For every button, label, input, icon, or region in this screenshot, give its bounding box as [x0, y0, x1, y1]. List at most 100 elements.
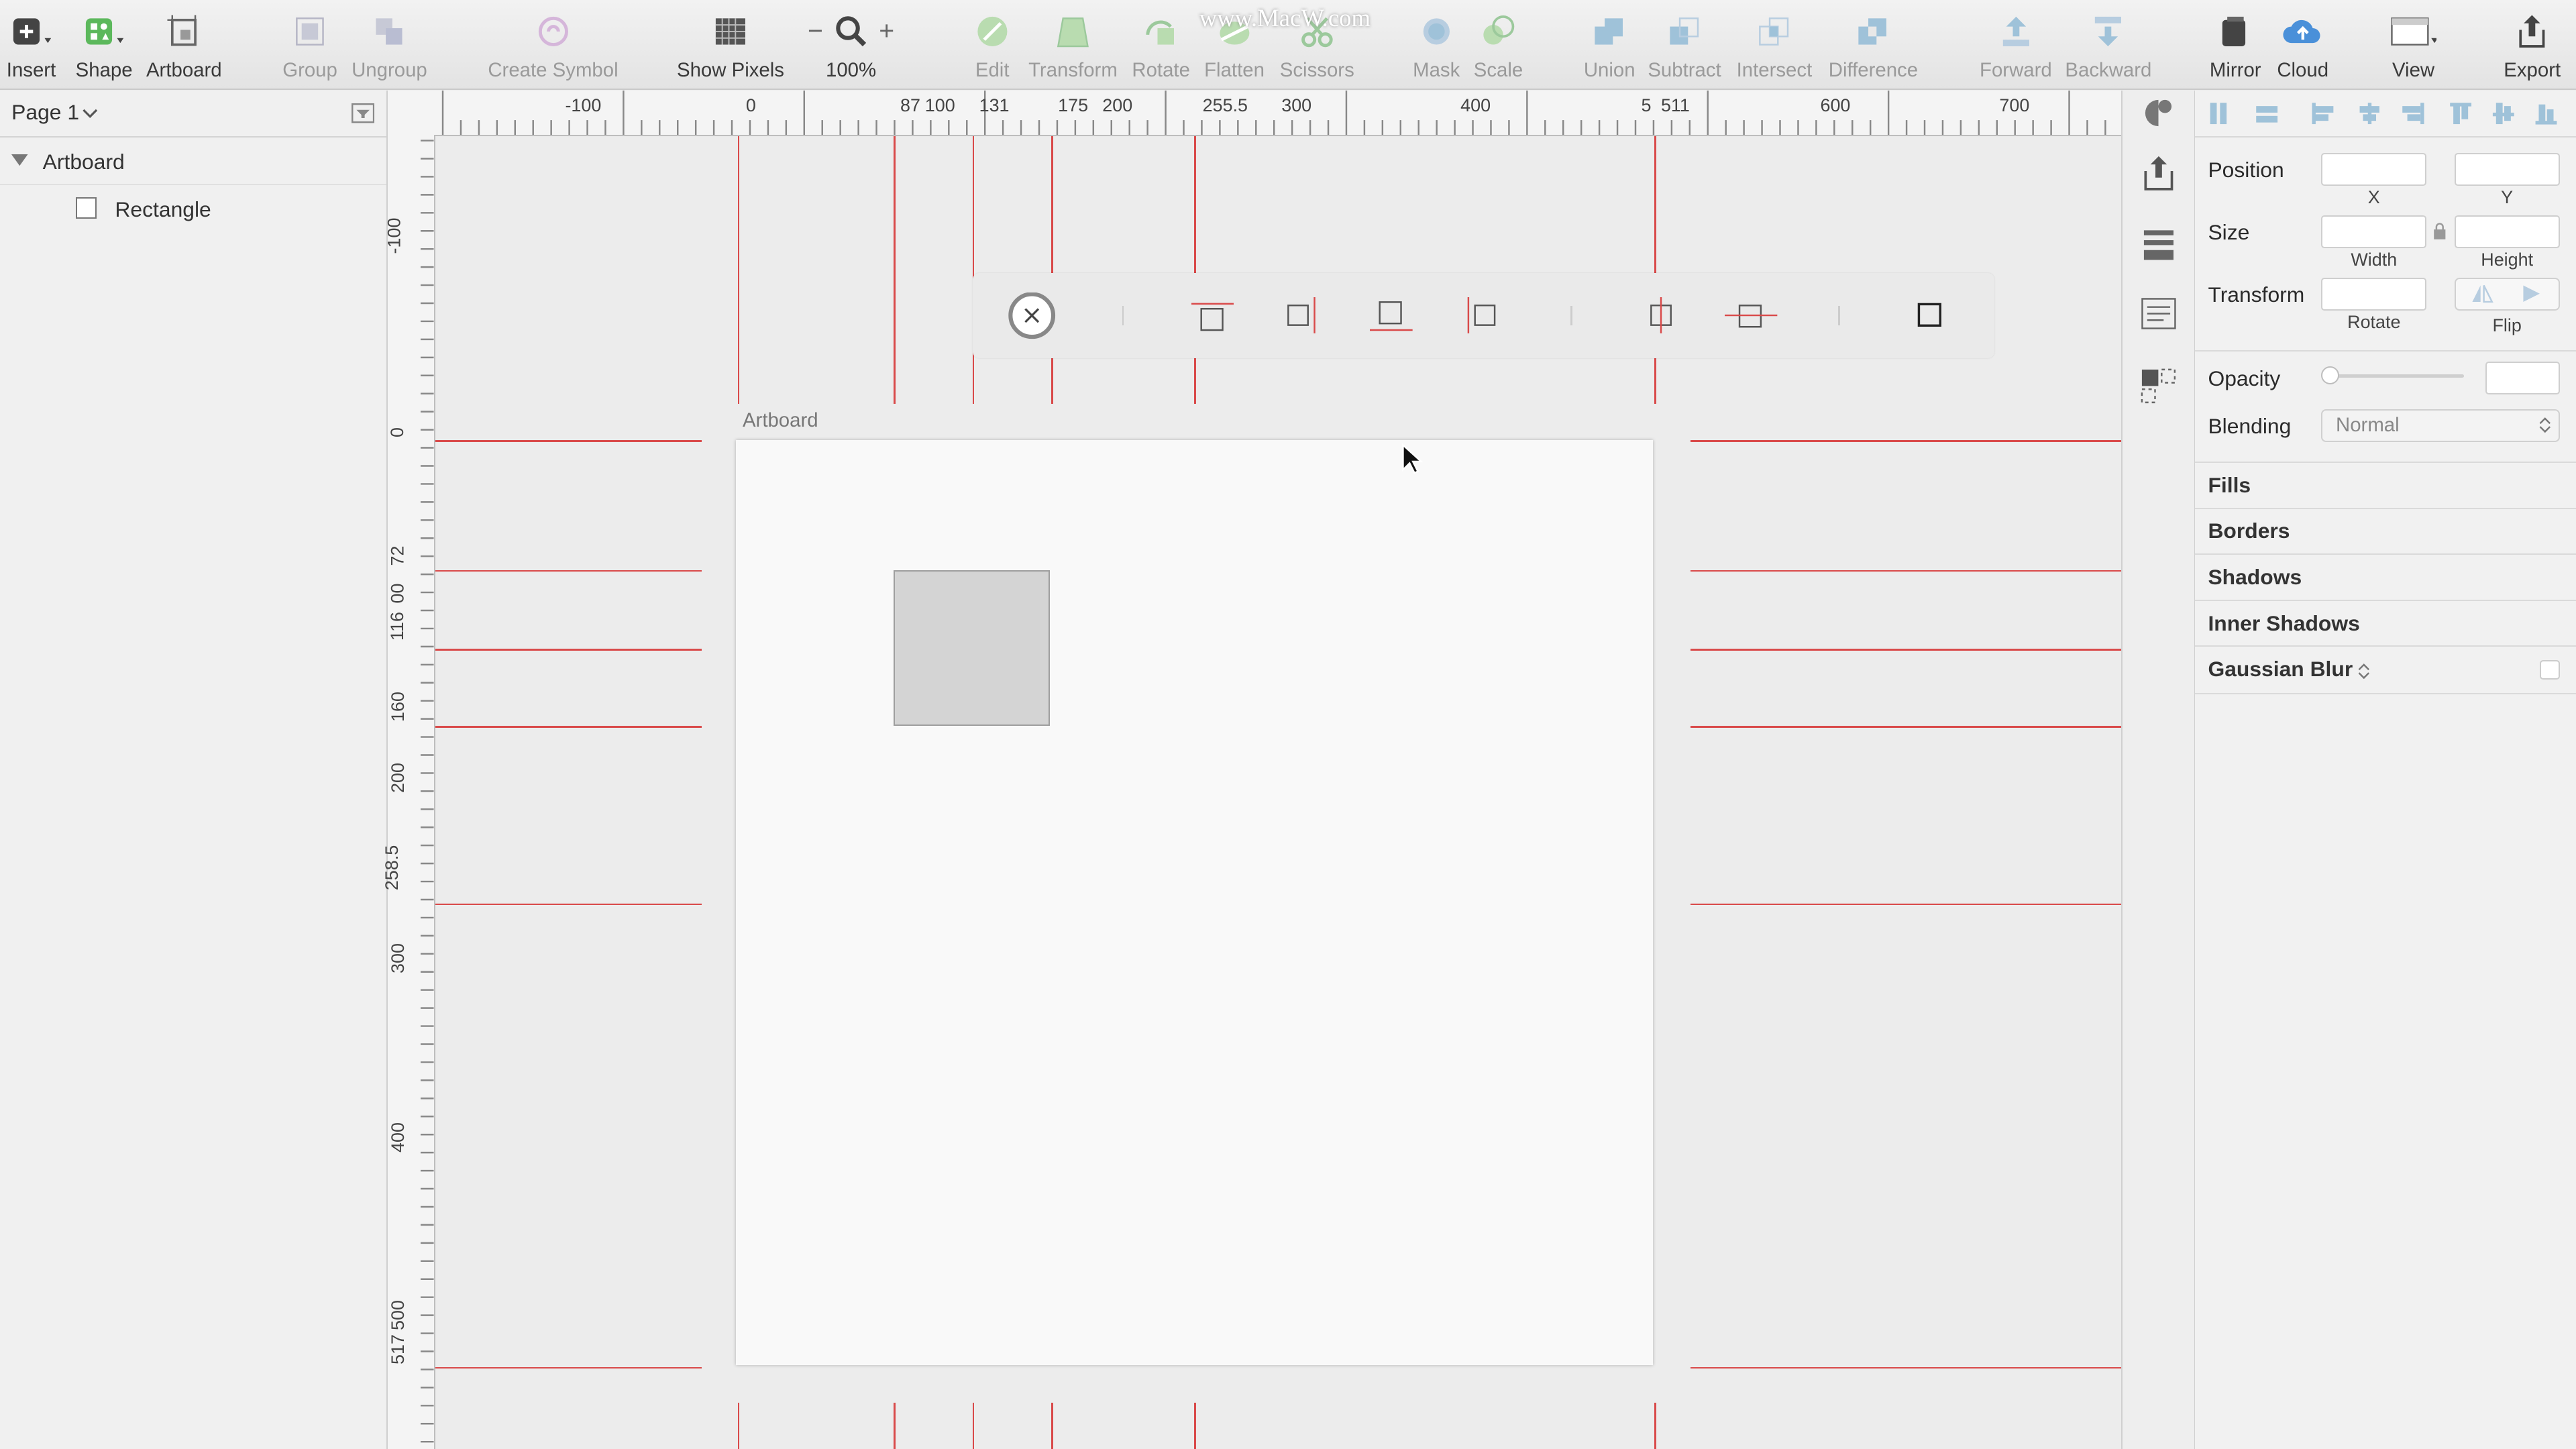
- artboard[interactable]: [736, 440, 1653, 1366]
- square-guide-icon[interactable]: [1917, 303, 1943, 329]
- gaussian-blur-section[interactable]: Gaussian Blur: [2194, 645, 2576, 694]
- layer-row-artboard[interactable]: Artboard: [0, 138, 386, 186]
- ruler-label: 0: [387, 427, 408, 438]
- flip-vertical-icon[interactable]: [2522, 284, 2544, 303]
- align-left-guide-icon[interactable]: [1465, 297, 1501, 334]
- alignment-icons[interactable]: [2208, 102, 2563, 125]
- symbol-overrides-icon[interactable]: [2139, 366, 2178, 406]
- ruler-vertical[interactable]: -100 0 72 116 00 160 200 258.5 300 400 5…: [382, 134, 435, 1449]
- mask-button[interactable]: Mask: [1413, 10, 1460, 86]
- opacity-input[interactable]: [2485, 361, 2560, 394]
- text-list-icon[interactable]: [2141, 297, 2177, 330]
- rectangle-shape[interactable]: [894, 570, 1050, 727]
- ruler-label: 400: [387, 1122, 408, 1152]
- artboard-button[interactable]: Artboard: [146, 10, 222, 86]
- rotate-input[interactable]: [2321, 277, 2427, 311]
- zoom-in-button[interactable]: +: [879, 17, 894, 46]
- mouse-cursor-icon: [1402, 443, 1424, 474]
- ungroup-icon: [366, 10, 413, 53]
- gaussian-blur-section-label: Gaussian Blur: [2208, 657, 2353, 682]
- ruler-label: 175: [1058, 95, 1089, 116]
- x-label: X: [2367, 187, 2380, 208]
- shadows-section-label: Shadows: [2208, 564, 2302, 589]
- intersect-icon: [1752, 10, 1798, 53]
- share-icon[interactable]: [2141, 153, 2177, 193]
- divider: [1838, 305, 1840, 325]
- group-button[interactable]: Group: [282, 10, 337, 86]
- cloud-button[interactable]: Cloud: [2277, 10, 2328, 86]
- ruler-label: 300: [387, 943, 408, 974]
- width-input[interactable]: [2321, 215, 2427, 248]
- transform-button[interactable]: Transform: [1028, 10, 1118, 86]
- align-bottom-guide-icon[interactable]: [1370, 297, 1413, 333]
- flip-horizontal-icon[interactable]: [2471, 284, 2493, 303]
- forward-icon: [1993, 10, 2039, 53]
- fills-section[interactable]: Fills: [2194, 462, 2576, 509]
- vertical-guide: [1051, 136, 1053, 405]
- opacity-label: Opacity: [2208, 366, 2281, 391]
- gaussian-blur-checkbox[interactable]: [2540, 660, 2560, 680]
- scale-button[interactable]: Scale: [1474, 10, 1523, 86]
- ruler-label: 72: [387, 545, 408, 566]
- edit-icon: [969, 10, 1016, 53]
- horizontal-guide: [435, 649, 702, 651]
- x-input[interactable]: [2321, 152, 2427, 186]
- edit-button[interactable]: Edit: [969, 10, 1016, 86]
- layer-label-artboard: Artboard: [42, 149, 125, 174]
- difference-button[interactable]: Difference: [1829, 10, 1918, 86]
- width-label: Width: [2351, 250, 2398, 270]
- page-selector[interactable]: Page 1: [0, 91, 386, 138]
- align-top-guide-icon[interactable]: [1191, 301, 1234, 333]
- updown-chevron-icon[interactable]: [2357, 661, 2371, 681]
- disclosure-triangle-icon[interactable]: [11, 154, 28, 168]
- zoom-out-button[interactable]: −: [808, 17, 823, 46]
- artboard-title[interactable]: Artboard: [743, 409, 818, 432]
- export-icon: [2509, 10, 2555, 53]
- ruler-label: 400: [1460, 95, 1491, 116]
- transform-label: Transform: [2208, 282, 2305, 307]
- shadows-section[interactable]: Shadows: [2194, 553, 2576, 601]
- forward-button[interactable]: Forward: [1980, 10, 2052, 86]
- layer-row-rectangle[interactable]: Rectangle: [0, 186, 386, 232]
- shape-button[interactable]: Shape: [76, 10, 133, 86]
- inner-shadows-section[interactable]: Inner Shadows: [2194, 599, 2576, 647]
- union-button[interactable]: Union: [1584, 10, 1635, 86]
- filter-icon[interactable]: [352, 103, 375, 123]
- borders-section[interactable]: Borders: [2194, 507, 2576, 555]
- intersect-button[interactable]: Intersect: [1737, 10, 1812, 86]
- show-pixels-button[interactable]: Show Pixels: [677, 10, 784, 86]
- ruler-horizontal[interactable]: -100 0 87 100 131 175 200 255.5 300 400 …: [435, 90, 2121, 136]
- height-input[interactable]: [2454, 215, 2560, 248]
- subtract-button[interactable]: Subtract: [1648, 10, 1721, 86]
- backward-icon: [2086, 10, 2132, 53]
- view-button[interactable]: View: [2390, 10, 2436, 86]
- insert-button[interactable]: Insert: [7, 10, 56, 86]
- horizontal-guide: [1690, 440, 2121, 442]
- backward-button[interactable]: Backward: [2065, 10, 2151, 86]
- borders-section-label: Borders: [2208, 519, 2290, 543]
- close-icon[interactable]: [1006, 292, 1058, 341]
- align-right-guide-icon[interactable]: [1283, 297, 1320, 334]
- export-button[interactable]: Export: [2504, 10, 2561, 86]
- alignment-toolbar: [2194, 91, 2576, 138]
- opacity-slider-track[interactable]: [2326, 374, 2465, 378]
- color-picker-icon[interactable]: [2142, 97, 2175, 129]
- zoom-control[interactable]: − + 100%: [800, 10, 902, 86]
- zoom-icon: − +: [800, 10, 902, 53]
- y-input[interactable]: [2454, 152, 2560, 186]
- lock-icon[interactable]: [2433, 222, 2447, 240]
- ungroup-button[interactable]: Ungroup: [352, 10, 427, 86]
- position-label: Position: [2208, 158, 2284, 182]
- opacity-slider-thumb[interactable]: [2321, 366, 2340, 385]
- rotate-button[interactable]: Rotate: [1132, 10, 1190, 86]
- layers-stack-icon[interactable]: [2141, 225, 2177, 265]
- ruler-label: 0: [745, 95, 756, 116]
- vertical-guide: [894, 136, 896, 405]
- align-horizontal-center-guide-icon[interactable]: [1725, 301, 1778, 333]
- flip-control: [2454, 277, 2560, 311]
- create-symbol-button[interactable]: Create Symbol: [488, 10, 619, 86]
- align-vertical-center-guide-icon[interactable]: [1646, 297, 1676, 334]
- mirror-button[interactable]: Mirror: [2210, 10, 2261, 86]
- blending-select[interactable]: Normal: [2321, 409, 2560, 442]
- mask-icon: [1413, 10, 1460, 53]
